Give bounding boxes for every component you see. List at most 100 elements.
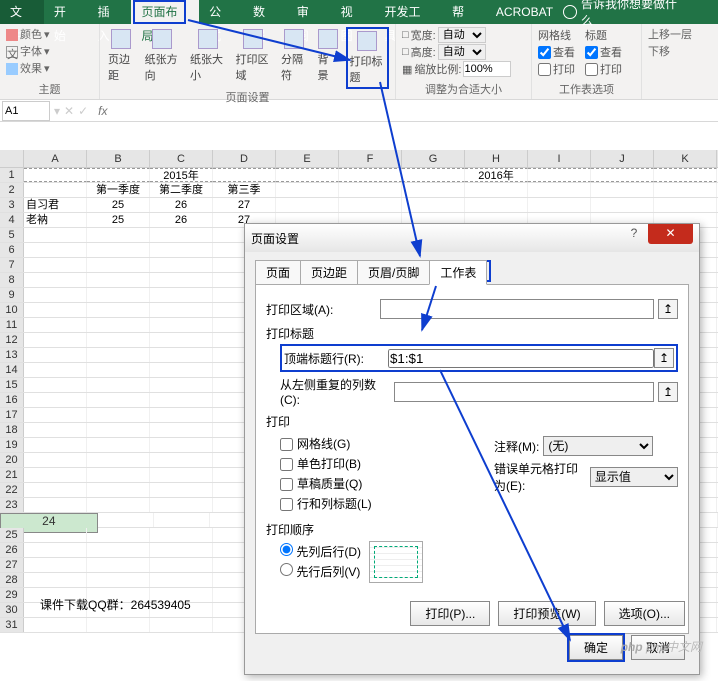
cell[interactable] (654, 168, 717, 182)
cell[interactable] (24, 543, 87, 557)
cell[interactable]: 老衲 (24, 213, 87, 227)
cell[interactable] (87, 288, 150, 302)
tab-view[interactable]: 视图 (331, 0, 375, 24)
btn-size[interactable]: 纸张大小 (188, 27, 227, 85)
row-header[interactable]: 17 (0, 408, 24, 422)
row-header[interactable]: 10 (0, 303, 24, 317)
cell[interactable] (87, 573, 150, 587)
col-F[interactable]: F (339, 150, 402, 167)
cell[interactable] (87, 558, 150, 572)
preview-button[interactable]: 打印预览(W) (498, 601, 595, 626)
cell[interactable] (87, 408, 150, 422)
cell[interactable] (591, 198, 654, 212)
cell[interactable] (465, 183, 528, 197)
fx-icon[interactable]: fx (98, 104, 107, 118)
tab-formulas[interactable]: 公式 (199, 0, 243, 24)
cell[interactable]: 自习君 (24, 198, 87, 212)
cell[interactable] (339, 183, 402, 197)
btn-print-titles[interactable]: 打印标题 (346, 27, 389, 89)
cell[interactable] (24, 483, 87, 497)
row-header[interactable]: 9 (0, 288, 24, 302)
cell[interactable] (24, 573, 87, 587)
cell[interactable] (150, 273, 213, 287)
print-button[interactable]: 打印(P)... (410, 601, 490, 626)
chk-gridlines[interactable]: 网格线(G) (280, 435, 464, 452)
row-header[interactable]: 27 (0, 558, 24, 572)
row-header[interactable]: 16 (0, 393, 24, 407)
col-A[interactable]: A (24, 150, 87, 167)
row-header[interactable]: 23 (0, 498, 24, 512)
cell[interactable] (24, 243, 87, 257)
row-header[interactable]: 31 (0, 618, 24, 632)
cell[interactable] (654, 198, 717, 212)
cell[interactable] (87, 618, 150, 632)
cell[interactable] (150, 393, 213, 407)
scale-height[interactable]: □ 高度:自动 (402, 44, 525, 60)
cell[interactable] (276, 168, 339, 182)
print-area-ref-button[interactable]: ↥ (658, 299, 678, 319)
cell[interactable] (339, 168, 402, 182)
comments-select[interactable]: (无) (543, 436, 653, 456)
cell[interactable]: 26 (150, 198, 213, 212)
tab-page-layout[interactable]: 页面布局 (131, 0, 199, 24)
cell[interactable]: 第二季度 (150, 183, 213, 197)
cell[interactable] (87, 363, 150, 377)
row-header[interactable]: 11 (0, 318, 24, 332)
btn-orientation[interactable]: 纸张方向 (143, 27, 182, 85)
cell[interactable] (150, 333, 213, 347)
cell[interactable] (654, 183, 717, 197)
cell[interactable] (87, 303, 150, 317)
col-D[interactable]: D (213, 150, 276, 167)
cell[interactable]: 25 (87, 213, 150, 227)
cell[interactable] (150, 243, 213, 257)
cell[interactable] (87, 258, 150, 272)
cell[interactable] (591, 168, 654, 182)
cell[interactable] (150, 228, 213, 242)
cell[interactable] (150, 363, 213, 377)
cell[interactable] (24, 528, 87, 542)
cell[interactable] (528, 168, 591, 182)
row-header[interactable]: 1 (0, 168, 24, 182)
row-header[interactable]: 20 (0, 453, 24, 467)
cell[interactable] (24, 423, 87, 437)
errors-select[interactable]: 显示值 (590, 467, 678, 487)
cell[interactable] (24, 303, 87, 317)
btn-print-area[interactable]: 打印区域 (234, 27, 273, 85)
row-header[interactable]: 21 (0, 468, 24, 482)
tab-home[interactable]: 开始 (44, 0, 88, 24)
row-header[interactable]: 26 (0, 543, 24, 557)
cell[interactable] (24, 378, 87, 392)
cell[interactable] (98, 513, 154, 527)
cell[interactable]: 25 (87, 198, 150, 212)
cell[interactable] (24, 363, 87, 377)
cell[interactable] (24, 558, 87, 572)
cell[interactable] (591, 183, 654, 197)
cell[interactable] (150, 618, 213, 632)
cell[interactable] (24, 498, 87, 512)
row-header[interactable]: 4 (0, 213, 24, 227)
cell[interactable] (87, 483, 150, 497)
cell[interactable] (150, 318, 213, 332)
cell[interactable] (87, 228, 150, 242)
cell[interactable] (150, 423, 213, 437)
cell[interactable] (150, 288, 213, 302)
cell[interactable] (150, 558, 213, 572)
scale-percent[interactable]: ▦ 缩放比例: (402, 61, 525, 77)
cell[interactable] (402, 183, 465, 197)
options-button[interactable]: 选项(O)... (604, 601, 685, 626)
cell[interactable] (339, 198, 402, 212)
cell[interactable] (24, 453, 87, 467)
cell[interactable] (154, 513, 210, 527)
ok-button[interactable]: 确定 (569, 635, 623, 660)
cell[interactable] (24, 618, 87, 632)
row-header[interactable]: 30 (0, 603, 24, 617)
cell[interactable] (87, 498, 150, 512)
cell[interactable] (87, 168, 150, 182)
dialog-close-button[interactable]: ✕ (648, 224, 693, 244)
col-J[interactable]: J (591, 150, 654, 167)
col-I[interactable]: I (528, 150, 591, 167)
theme-effects[interactable]: 效果 ▾ (6, 61, 50, 77)
scale-width[interactable]: □ 宽度:自动 (402, 27, 525, 43)
btn-background[interactable]: 背景 (316, 27, 340, 85)
cell[interactable] (24, 438, 87, 452)
